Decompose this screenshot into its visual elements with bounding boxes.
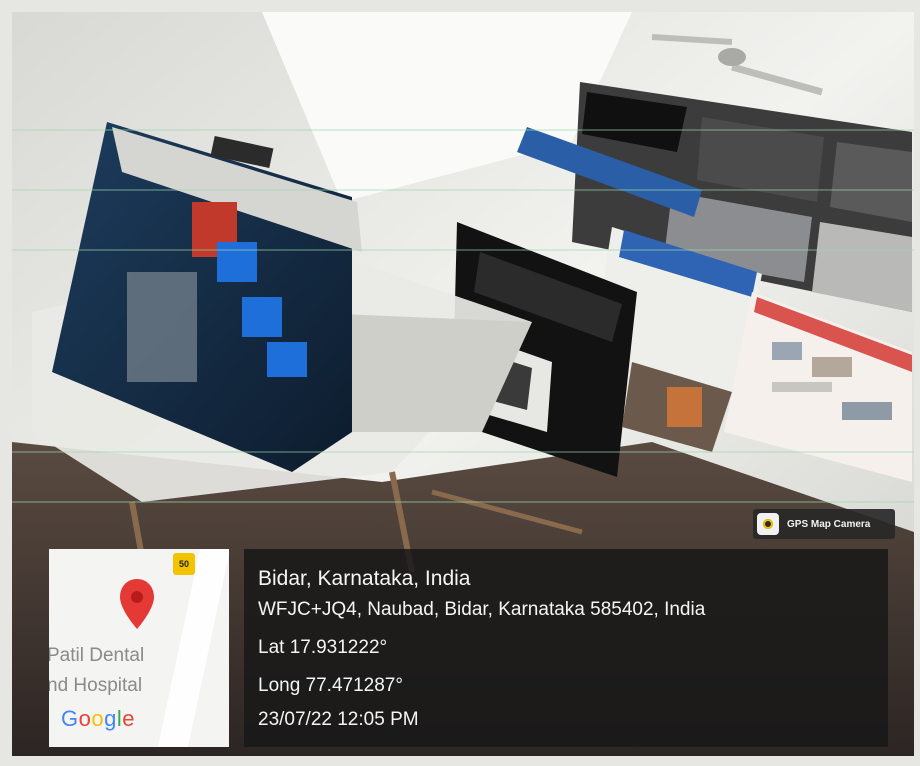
gps-map-camera-badge: GPS Map Camera: [753, 509, 895, 539]
logo-letter: o: [78, 706, 92, 731]
location-pin-icon: [120, 579, 154, 629]
longitude-text: Long 77.471287°: [258, 675, 403, 696]
map-place-line2: nd Hospital: [49, 675, 143, 696]
map-marker-badge: 50: [173, 553, 195, 575]
logo-letter: o: [91, 706, 105, 731]
datetime-text: 23/07/22 12:05 PM: [258, 709, 419, 730]
city-text: Bidar, Karnataka, India: [258, 567, 471, 590]
photo-frame: GPS Map Camera 50 Patil Dental nd Hospit…: [0, 0, 920, 766]
address-text: WFJC+JQ4, Naubad, Bidar, Karnataka 58540…: [258, 599, 706, 620]
logo-letter: g: [104, 706, 117, 731]
location-info-panel: Bidar, Karnataka, India WFJC+JQ4, Naubad…: [244, 549, 888, 747]
badge-label: GPS Map Camera: [787, 518, 871, 530]
google-logo: Google: [61, 706, 135, 732]
camera-icon: [757, 513, 779, 535]
logo-letter: e: [122, 706, 136, 731]
latitude-text: Lat 17.931222°: [258, 637, 388, 658]
map-thumbnail: 50 Patil Dental nd Hospital Google: [49, 549, 229, 747]
logo-letter: G: [61, 706, 79, 731]
map-place-line1: Patil Dental: [49, 645, 145, 666]
map-road: [157, 549, 229, 747]
